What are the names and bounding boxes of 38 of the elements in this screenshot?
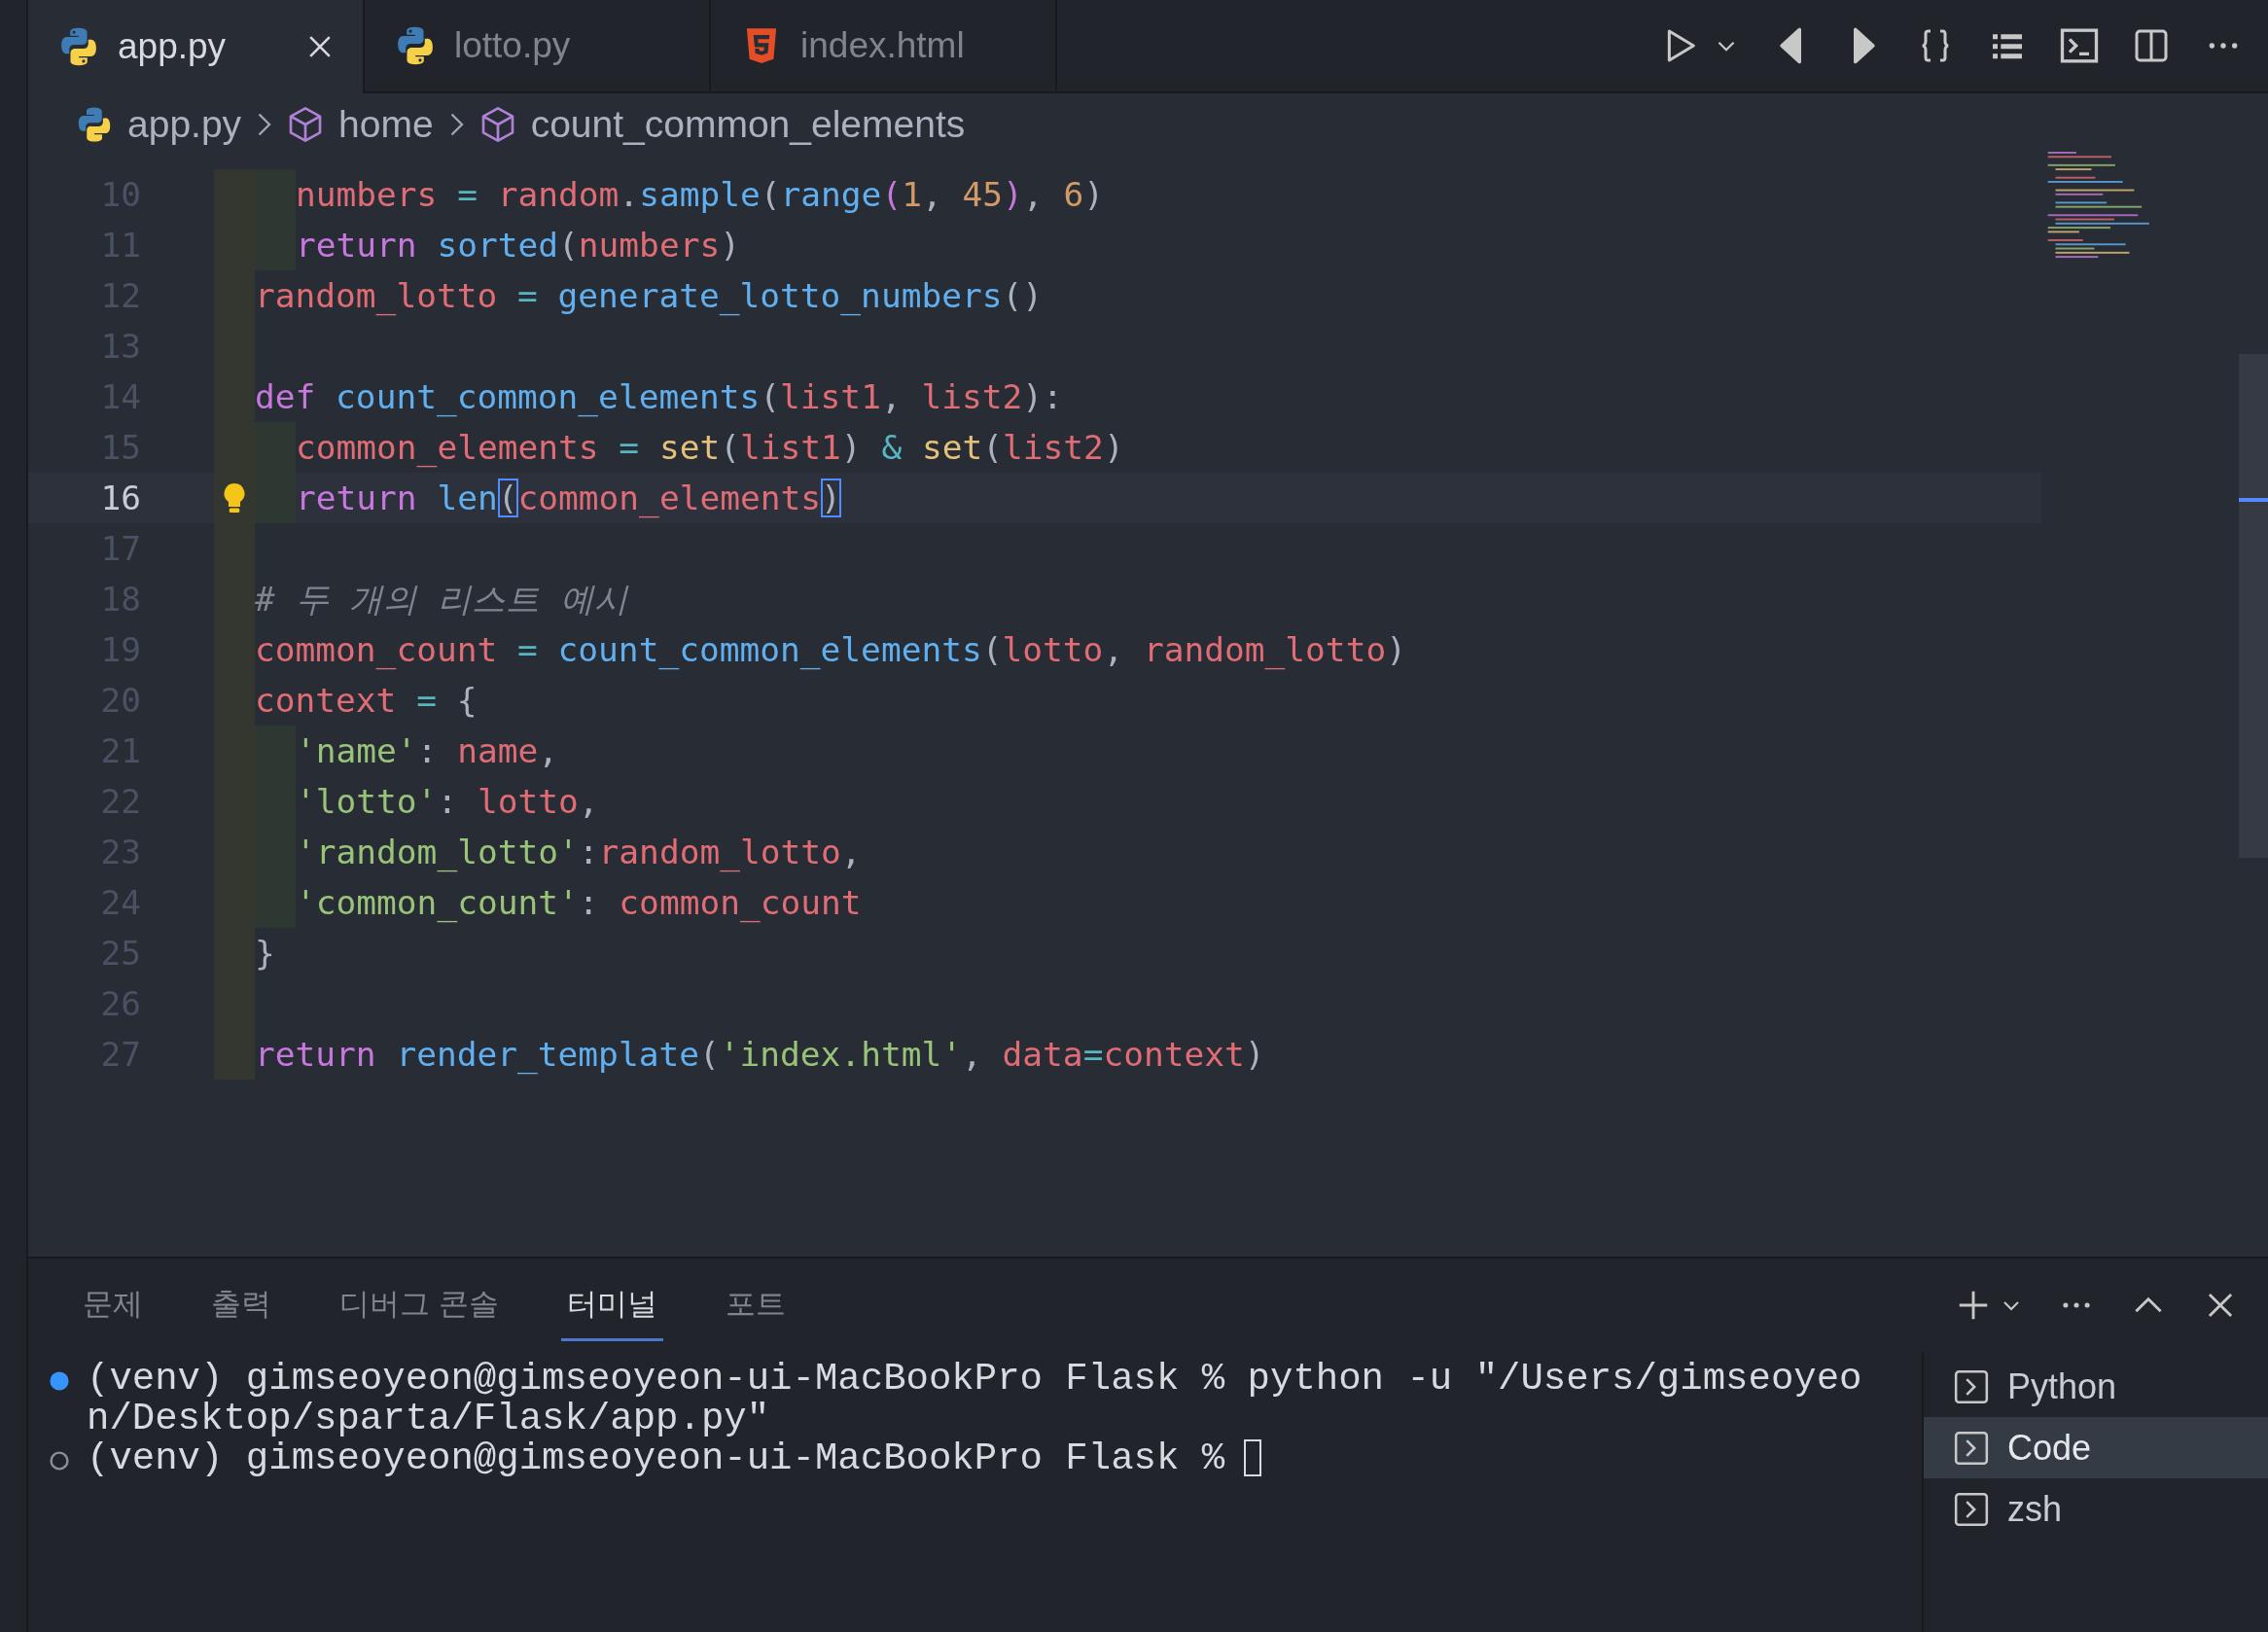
code-line: 'random_lotto':random_lotto,: [296, 832, 862, 874]
code-line: 'name': name,: [296, 730, 559, 772]
scrollbar[interactable]: [2239, 354, 2268, 858]
status-circle[interactable]: [48, 1449, 71, 1472]
terminal-icon: [1953, 1367, 1990, 1405]
code-line: random_lotto = generate_lotto_numbers(): [255, 275, 1044, 318]
panel-tab[interactable]: 문제: [77, 1269, 149, 1341]
terminal-list-item[interactable]: Code: [1924, 1417, 2268, 1478]
code-line: common_count = count_common_elements(lotto, random_lotto): [255, 629, 1406, 672]
editor-tab[interactable]: app.py: [28, 0, 365, 93]
code-line: common_elements = set(list1) & set(list2): [296, 427, 1124, 470]
panel-tab[interactable]: 출력: [205, 1269, 277, 1341]
panel-tab[interactable]: 터미널: [560, 1269, 663, 1341]
terminal-icon[interactable]: [2060, 26, 2099, 65]
code-line: }: [255, 933, 275, 975]
code-line: return render_template('index.html', data=context): [255, 1034, 1265, 1077]
terminal-icon: [1953, 1490, 1990, 1528]
code-line: context = {: [255, 680, 478, 722]
breadcrumb-item[interactable]: home: [338, 103, 434, 146]
status-dot[interactable]: [48, 1369, 71, 1393]
code-line: 'lotto': lotto,: [296, 781, 599, 823]
panel-tab[interactable]: 포트: [719, 1269, 792, 1341]
code-line: return sorted(numbers): [296, 225, 740, 266]
code-line: # 두 개의 리스트 예시: [255, 579, 628, 621]
terminal-line: (venv) gimseoyeon@gimseoyeon-ui-MacBookPro Flask %: [87, 1439, 1225, 1479]
line-number: 16: [99, 478, 141, 519]
code-line: 'common_count': common_count: [296, 882, 862, 925]
scroll-marker: [2239, 498, 2268, 502]
terminal-line: (venv) gimseoyeon@gimseoyeon-ui-MacBookPro Flask % python -u "/Users/gimseoyeon/Desktop/sparta/Flask/app.py": [87, 1360, 1862, 1439]
terminal-list-item[interactable]: Python: [1924, 1356, 2268, 1417]
terminal-icon: [1953, 1429, 1990, 1467]
code-line: return len(common_elements): [296, 478, 841, 520]
terminal-list-item[interactable]: zsh: [1924, 1478, 2268, 1540]
code-line: numbers = random.sample(range(1, 45), 6): [296, 174, 1104, 216]
code-line: def count_common_elements(list1, list2):: [255, 376, 1063, 419]
breadcrumb-item[interactable]: app.py: [127, 103, 242, 146]
panel-tab[interactable]: 디버그 콘솔: [334, 1269, 505, 1341]
breadcrumb-item[interactable]: count_common_elements: [530, 103, 966, 146]
